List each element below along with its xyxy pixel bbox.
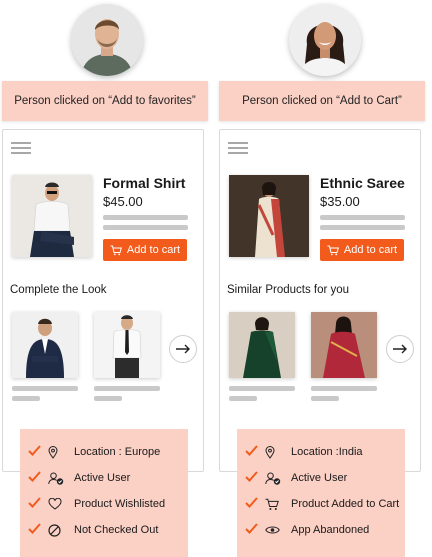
arrow-right-icon: [176, 344, 190, 354]
cart-icon: [265, 498, 281, 511]
caption-prefix: Person clicked on: [14, 95, 109, 107]
add-to-cart-button[interactable]: Add to cart: [103, 239, 187, 261]
caption-prefix: Person clicked on: [242, 95, 337, 107]
action-caption: Person clicked on “Add to Cart”: [219, 81, 425, 121]
attribute-row: Not Checked Out: [28, 517, 188, 543]
check-icon: [245, 497, 263, 511]
location-pin-icon: [48, 445, 64, 459]
check-icon: [28, 523, 46, 537]
product-image-formal-shirt[interactable]: [12, 175, 92, 257]
product-price: $45.00: [103, 194, 143, 209]
product-price: $35.00: [320, 194, 360, 209]
attribute-label: Product Added to Cart: [291, 498, 400, 510]
skeleton-line: [103, 225, 188, 230]
attribute-label: Location :India: [291, 446, 363, 458]
action-caption: Person clicked on “Add to favorites”: [2, 81, 208, 121]
cart-icon: [327, 245, 339, 255]
male-user-avatar: [71, 4, 143, 76]
skeleton-line: [94, 396, 122, 401]
check-icon: [245, 471, 263, 485]
skeleton-line: [311, 396, 339, 401]
attribute-row: Product Added to Cart: [245, 491, 405, 517]
user-attributes-card: Location :India Active User Product Adde…: [237, 429, 405, 557]
caption-action: “Add to favorites”: [108, 95, 196, 107]
user-attributes-card: Location : Europe Active User Product Wi…: [20, 429, 188, 557]
product-thumb-suit[interactable]: [12, 312, 78, 378]
attribute-label: App Abandoned: [291, 524, 370, 536]
product-thumb-green-saree[interactable]: [229, 312, 295, 378]
cart-icon: [110, 245, 122, 255]
skeleton-line: [229, 396, 257, 401]
add-to-cart-label: Add to cart: [343, 244, 398, 256]
check-icon: [245, 523, 263, 537]
check-icon: [245, 445, 263, 459]
user-check-icon: [48, 472, 64, 485]
attribute-row: Product Wishlisted: [28, 491, 188, 517]
check-icon: [28, 471, 46, 485]
location-pin-icon: [265, 445, 281, 459]
attribute-label: Active User: [291, 472, 348, 484]
product-thumb-red-saree[interactable]: [311, 312, 377, 378]
arrow-right-icon: [393, 344, 407, 354]
prohibited-icon: [48, 523, 64, 537]
attribute-label: Active User: [74, 472, 131, 484]
left-scenario: Person clicked on “Add to favorites” For…: [2, 0, 212, 557]
product-title: Ethnic Saree: [320, 175, 405, 191]
heart-icon: [48, 498, 64, 510]
check-icon: [28, 497, 46, 511]
right-scenario: Person clicked on “Add to Cart” Ethnic S…: [219, 0, 429, 557]
skeleton-line: [12, 396, 40, 401]
check-icon: [28, 445, 46, 459]
caption-action: “Add to Cart”: [336, 95, 402, 107]
phone-screen: Ethnic Saree $35.00 Add to cart Similar …: [219, 129, 421, 472]
skeleton-line: [103, 215, 188, 220]
skeleton-line: [12, 386, 78, 391]
next-arrow-button[interactable]: [386, 335, 414, 363]
attribute-row: Active User: [28, 465, 188, 491]
phone-screen: Formal Shirt $45.00 Add to cart Complete…: [2, 129, 204, 472]
hamburger-menu-icon[interactable]: [228, 142, 248, 157]
attribute-row: Active User: [245, 465, 405, 491]
product-image-ethnic-saree[interactable]: [229, 175, 309, 257]
section-title: Similar Products for you: [227, 284, 350, 296]
next-arrow-button[interactable]: [169, 335, 197, 363]
attribute-row: Location : Europe: [28, 439, 188, 465]
user-check-icon: [265, 472, 281, 485]
skeleton-line: [229, 386, 295, 391]
product-title: Formal Shirt: [103, 175, 186, 191]
attribute-row: App Abandoned: [245, 517, 405, 543]
hamburger-menu-icon[interactable]: [11, 142, 31, 157]
section-title: Complete the Look: [10, 284, 107, 296]
add-to-cart-label: Add to cart: [126, 244, 181, 256]
attribute-row: Location :India: [245, 439, 405, 465]
attribute-label: Product Wishlisted: [74, 498, 166, 510]
skeleton-line: [320, 225, 405, 230]
add-to-cart-button[interactable]: Add to cart: [320, 239, 404, 261]
skeleton-line: [320, 215, 405, 220]
attribute-label: Not Checked Out: [74, 524, 159, 536]
female-user-avatar: [289, 4, 361, 76]
product-thumb-white-shirt[interactable]: [94, 312, 160, 378]
attribute-label: Location : Europe: [74, 446, 161, 458]
skeleton-line: [94, 386, 160, 391]
skeleton-line: [311, 386, 377, 391]
eye-icon: [265, 525, 281, 535]
